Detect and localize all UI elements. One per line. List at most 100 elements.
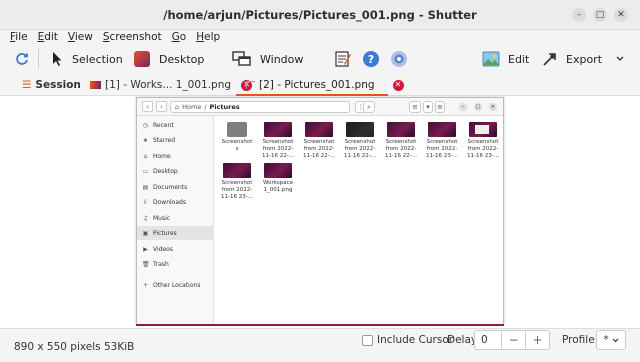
- screenshot-preview[interactable]: ‹ › ⌂ Home / Pictures ⋮ ⌕ ≡ ▾ ≡ – □ ✕ ◷ R…: [136, 97, 504, 325]
- window-button[interactable]: Window: [232, 48, 303, 70]
- minimize-button[interactable]: –: [572, 8, 586, 22]
- maximize-button[interactable]: □: [593, 8, 607, 22]
- sidebar-item-trash: 🗑 Trash: [137, 257, 214, 271]
- tab-close-button[interactable]: ✕: [392, 79, 404, 91]
- file-label: Screenshot from 2022- 11-16 22-...: [303, 139, 335, 159]
- tab-workspace[interactable]: [1] - Works... 1_001.png ✕: [90, 76, 253, 94]
- sidebar-item-home: ⌂ Home: [137, 149, 214, 163]
- menu-edit[interactable]: Edit: [38, 31, 58, 43]
- file-label: Screenshot s: [221, 139, 253, 152]
- file-label: Screenshot from 2022- 11-16 22-...: [385, 139, 417, 159]
- tab-pictures[interactable]: [2] - Pictures_001.png ✕: [246, 76, 404, 94]
- clock-icon: ◷: [142, 121, 149, 129]
- document-icon: ▤: [142, 183, 149, 191]
- desktop-button[interactable]: Desktop: [133, 48, 204, 70]
- cursor-icon: [53, 52, 62, 66]
- folder-icon: [227, 122, 247, 137]
- path-current: Pictures: [209, 103, 240, 111]
- file-label: Screenshot from 2022- 11-16 23-...: [426, 139, 458, 159]
- path-separator: /: [204, 103, 207, 111]
- upload-button[interactable]: [390, 48, 408, 70]
- notepad-icon: [335, 51, 351, 67]
- sidebar-label: Music: [153, 214, 171, 222]
- sidebar-label: Home: [153, 152, 171, 160]
- search-icon: ⌕: [363, 101, 375, 113]
- image-edit-icon: [482, 51, 500, 67]
- export-button[interactable]: Export: [542, 48, 624, 70]
- desktop-icon: [134, 51, 150, 67]
- file-item: Screenshot from 2022- 11-16 23-...: [422, 122, 462, 160]
- star-icon: ★: [142, 136, 149, 144]
- export-icon: [543, 53, 556, 66]
- edit-tool-button[interactable]: [334, 48, 352, 70]
- close-button[interactable]: ✕: [614, 8, 628, 22]
- delay-value[interactable]: 0: [475, 334, 501, 346]
- list-icon: ☰: [22, 79, 32, 91]
- delay-decrement-button[interactable]: −: [501, 331, 525, 349]
- image-thumbnail: [346, 122, 374, 137]
- edit-button[interactable]: Edit: [482, 48, 529, 70]
- delay-spinner[interactable]: 0 − +: [474, 330, 550, 350]
- tab-pictures-label: [2] - Pictures_001.png: [259, 79, 375, 91]
- trash-icon: 🗑: [142, 260, 150, 268]
- image-thumbnail: [305, 122, 333, 137]
- sidebar-item-videos: ▶ Videos: [137, 242, 214, 256]
- tab-session[interactable]: ☰ Session: [22, 76, 81, 94]
- window-label: Window: [260, 52, 304, 66]
- chevron-down-icon: [612, 338, 619, 342]
- hamburger-icon: ≡: [435, 101, 445, 113]
- chevron-down-icon: ▾: [423, 101, 433, 113]
- download-icon: ⇩: [142, 198, 149, 206]
- file-item: Screenshot from 2022- 11-16 23-...: [463, 122, 503, 160]
- globe-icon: [391, 51, 407, 67]
- refresh-button[interactable]: [14, 48, 30, 70]
- profile-select[interactable]: *: [596, 330, 626, 350]
- file-item: Screenshot from 2022- 11-16 22-...: [258, 122, 298, 160]
- sidebar-item-starred: ★ Starred: [137, 133, 214, 147]
- file-label: Screenshot from 2022- 11-16 23-...: [221, 180, 253, 200]
- help-button[interactable]: ?: [362, 48, 380, 70]
- video-icon: ▶: [143, 245, 148, 253]
- file-item: Screenshot from 2022- 11-16 22-...: [381, 122, 421, 160]
- selection-button[interactable]: Selection: [50, 48, 123, 70]
- path-home: Home: [182, 103, 202, 111]
- menu-view[interactable]: View: [68, 31, 93, 43]
- edit-label: Edit: [508, 52, 530, 66]
- maximize-icon: □: [474, 103, 482, 111]
- music-icon: ♫: [142, 214, 149, 222]
- toolbar: Selection Desktop Window ? Edit Export: [0, 44, 640, 74]
- menu-go[interactable]: Go: [172, 31, 187, 43]
- close-icon: ✕: [489, 103, 497, 111]
- sidebar-label: Trash: [153, 260, 169, 268]
- image-thumbnail: [469, 122, 497, 137]
- chevron-down-icon: [616, 56, 624, 61]
- file-item: Screenshot from 2022- 11-16 23-...: [217, 163, 257, 201]
- desktop-icon: ▭: [142, 167, 149, 175]
- image-thumbnail: [264, 122, 292, 137]
- tab-workspace-label: [1] - Works... 1_001.png: [105, 79, 232, 91]
- sidebar-item-pictures: ▣ Pictures: [137, 226, 214, 240]
- picture-icon: ▣: [142, 229, 149, 237]
- toolbar-separator: [38, 49, 39, 69]
- file-label: Workspace 1_001.png: [262, 180, 294, 193]
- minimize-icon: –: [459, 103, 467, 111]
- home-icon: ⌂: [143, 152, 148, 160]
- sidebar-item-recent: ◷ Recent: [137, 118, 214, 132]
- list-view-icon: ≡: [409, 101, 421, 113]
- include-cursor-checkbox[interactable]: [362, 335, 373, 346]
- delay-increment-button[interactable]: +: [525, 331, 549, 349]
- help-icon: ?: [363, 51, 379, 67]
- fm-header: ‹ › ⌂ Home / Pictures ⋮ ⌕ ≡ ▾ ≡ – □ ✕: [137, 98, 503, 116]
- file-item: Screenshot from 2022- 11-16 22-...: [299, 122, 339, 160]
- menu-file[interactable]: File: [10, 31, 28, 43]
- sidebar-label: Downloads: [153, 198, 186, 206]
- file-item: Screenshot s: [217, 122, 257, 153]
- menu-help[interactable]: Help: [196, 31, 220, 43]
- include-cursor-label[interactable]: Include Cursor: [377, 334, 453, 346]
- profile-label: Profile:: [562, 334, 599, 346]
- sidebar-label: Other Locations: [153, 281, 201, 289]
- menu-screenshot[interactable]: Screenshot: [103, 31, 162, 43]
- forward-button: ›: [156, 101, 167, 112]
- sidebar-item-downloads: ⇩ Downloads: [137, 195, 214, 209]
- image-thumbnail: [264, 163, 292, 178]
